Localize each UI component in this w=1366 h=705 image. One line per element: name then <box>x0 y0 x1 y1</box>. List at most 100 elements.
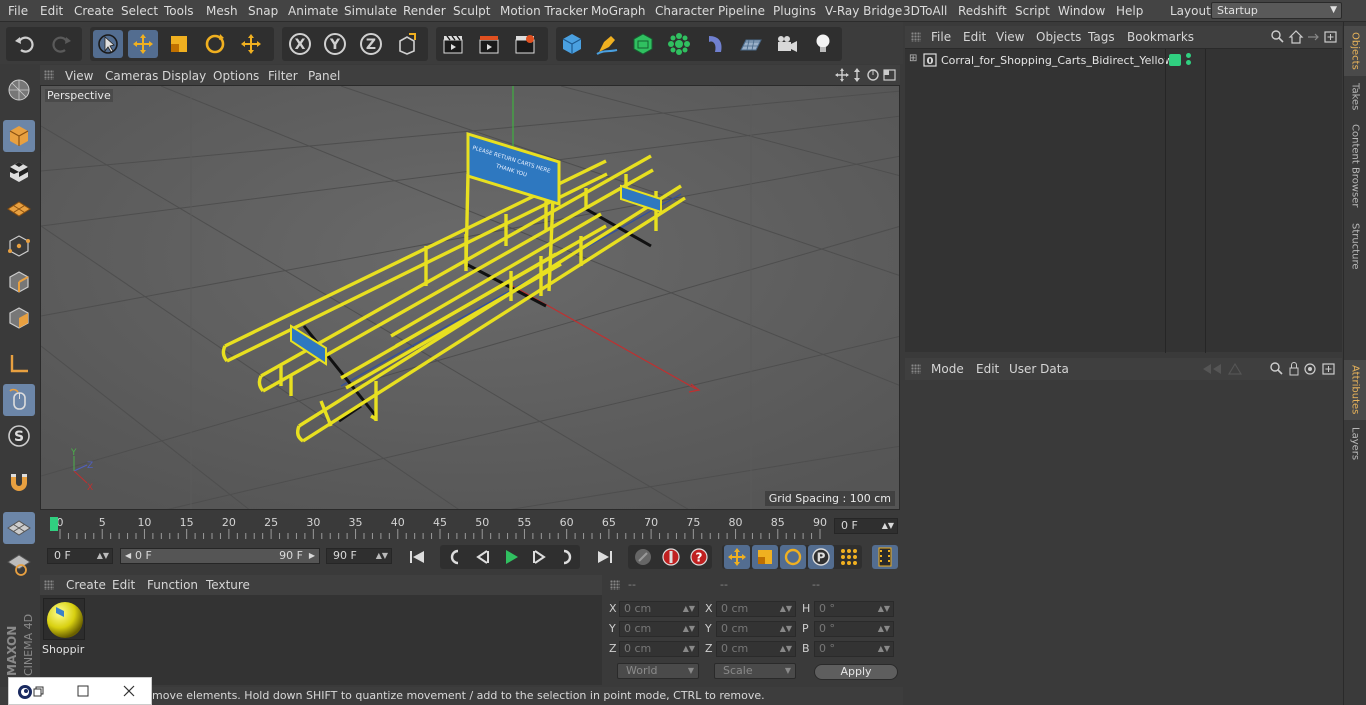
key-rotation-button[interactable] <box>780 545 806 569</box>
next-key-button[interactable] <box>554 545 580 569</box>
tab-structure[interactable]: Structure <box>1344 218 1366 274</box>
object-menu-view[interactable]: View <box>996 30 1024 44</box>
camera-button[interactable] <box>772 30 802 58</box>
x-axis-button[interactable]: X <box>285 30 315 58</box>
cloner-button[interactable] <box>664 30 694 58</box>
menu-window[interactable]: Window <box>1058 4 1105 18</box>
restore-icon[interactable] <box>33 686 45 698</box>
deformer-button[interactable] <box>700 30 730 58</box>
coordinate-mode-dropdown[interactable]: World ▼ <box>617 663 699 679</box>
make-editable-button[interactable] <box>3 74 35 106</box>
object-menu-file[interactable]: File <box>931 30 951 44</box>
panel-grip-icon[interactable] <box>44 70 54 80</box>
menu-3dtoall[interactable]: 3DToAll <box>903 4 947 18</box>
attributes-menu-mode[interactable]: Mode <box>931 362 964 376</box>
rotation-h-field[interactable]: 0 ° ▲▼ <box>814 601 894 617</box>
render-to-picture-viewer-button[interactable] <box>474 30 504 58</box>
next-frame-button[interactable] <box>526 545 552 569</box>
play-button[interactable] <box>498 545 524 569</box>
workplane-lock-button[interactable] <box>3 512 35 544</box>
previous-frame-button[interactable] <box>470 545 496 569</box>
coordinate-system-button[interactable] <box>392 30 422 58</box>
rotate-tool-button[interactable] <box>200 30 230 58</box>
model-mode-button[interactable] <box>3 120 35 152</box>
previous-key-button[interactable] <box>442 545 468 569</box>
edges-mode-button[interactable] <box>3 266 35 298</box>
viewport-nav-icons[interactable] <box>835 68 897 82</box>
tab-objects[interactable]: Objects <box>1344 26 1366 76</box>
menu-mesh[interactable]: Mesh <box>206 4 238 18</box>
menu-pipeline[interactable]: Pipeline <box>718 4 765 18</box>
menu-select[interactable]: Select <box>121 4 158 18</box>
recent-tool-button[interactable] <box>236 30 266 58</box>
tab-takes[interactable]: Takes <box>1344 80 1366 114</box>
editor-visibility-dot[interactable] <box>1186 53 1191 58</box>
expand-icon[interactable]: ⊞ <box>909 53 917 64</box>
menu-script[interactable]: Script <box>1015 4 1050 18</box>
tab-content-browser[interactable]: Content Browser <box>1344 120 1366 212</box>
menu-edit[interactable]: Edit <box>40 4 63 18</box>
object-menu-tags[interactable]: Tags <box>1088 30 1115 44</box>
snap-button[interactable] <box>3 466 35 498</box>
render-view-button[interactable] <box>438 30 468 58</box>
scale-tool-button[interactable] <box>164 30 194 58</box>
menu-tools[interactable]: Tools <box>164 4 194 18</box>
viewport-menu-panel[interactable]: Panel <box>308 69 340 83</box>
close-icon[interactable] <box>123 685 135 697</box>
axis-mode-button[interactable] <box>3 348 35 380</box>
position-x-field[interactable]: 0 cm ▲▼ <box>619 601 699 617</box>
viewport-menu-options[interactable]: Options <box>213 69 259 83</box>
material-menu-create[interactable]: Create <box>66 578 106 592</box>
material-thumbnail[interactable] <box>43 598 85 640</box>
menu-snap[interactable]: Snap <box>248 4 278 18</box>
menu-plugins[interactable]: Plugins <box>773 4 816 18</box>
material-name[interactable]: Shoppir <box>42 643 88 656</box>
keyframe-selection-button[interactable]: ? <box>686 545 712 569</box>
solo-mode-button[interactable]: S <box>3 420 35 452</box>
material-menu-edit[interactable]: Edit <box>112 578 135 592</box>
position-z-field[interactable]: 0 cm ▲▼ <box>619 641 699 657</box>
autokeying-button[interactable] <box>658 545 684 569</box>
panel-grip-icon[interactable] <box>911 364 921 374</box>
playhead[interactable] <box>50 517 58 531</box>
size-mode-dropdown[interactable]: Scale ▼ <box>714 663 796 679</box>
viewport-menu-filter[interactable]: Filter <box>268 69 298 83</box>
key-parameter-button[interactable]: P <box>808 545 834 569</box>
size-y-field[interactable]: 0 cm ▲▼ <box>716 621 796 637</box>
tab-layers[interactable]: Layers <box>1344 424 1366 464</box>
panel-grip-icon[interactable] <box>911 32 921 42</box>
redo-button[interactable] <box>46 30 76 58</box>
locked-workplane-button[interactable] <box>3 548 35 580</box>
panel-grip-icon[interactable] <box>610 580 620 590</box>
end-frame-field[interactable]: 90 F ▲▼ <box>326 548 392 564</box>
layer-color-tag[interactable] <box>1169 54 1181 66</box>
menu-sculpt[interactable]: Sculpt <box>453 4 490 18</box>
menu-render[interactable]: Render <box>403 4 446 18</box>
subdivision-button[interactable] <box>628 30 658 58</box>
render-settings-button[interactable] <box>510 30 540 58</box>
pen-spline-button[interactable] <box>592 30 622 58</box>
record-active-objects-button[interactable] <box>630 545 656 569</box>
viewport-menu-view[interactable]: View <box>65 69 93 83</box>
object-menu-edit[interactable]: Edit <box>963 30 986 44</box>
object-name[interactable]: Corral_for_Shopping_Carts_Bidirect_Yello… <box>941 54 1173 67</box>
ruler[interactable]: 0 5 10 15 20 25 30 35 40 45 50 55 60 65 70 75 80 85 90 <box>50 515 830 539</box>
menu-help[interactable]: Help <box>1116 4 1143 18</box>
object-manager-nav-icons[interactable] <box>1271 30 1339 44</box>
object-row[interactable]: ⊞ 0 Corral_for_Shopping_Carts_Bidirect_Y… <box>905 51 1342 69</box>
menu-mograph[interactable]: MoGraph <box>591 4 646 18</box>
maximize-icon[interactable] <box>77 685 89 697</box>
y-axis-button[interactable]: Y <box>320 30 350 58</box>
menu-file[interactable]: File <box>8 4 28 18</box>
key-scale-button[interactable] <box>752 545 778 569</box>
size-z-field[interactable]: 0 cm ▲▼ <box>716 641 796 657</box>
workplane-mode-button[interactable] <box>3 192 35 224</box>
object-menu-bookmarks[interactable]: Bookmarks <box>1127 30 1194 44</box>
select-tool-button[interactable] <box>93 30 123 58</box>
viewport-menu-cameras[interactable]: Cameras <box>105 69 158 83</box>
go-to-start-button[interactable] <box>404 545 430 569</box>
timeline-ruler[interactable]: 0 5 10 15 20 25 30 35 40 45 50 55 60 65 70 75 80 85 90 <box>40 512 900 542</box>
points-mode-button[interactable] <box>3 230 35 262</box>
object-menu-objects[interactable]: Objects <box>1036 30 1081 44</box>
attributes-menu-user-data[interactable]: User Data <box>1009 362 1069 376</box>
